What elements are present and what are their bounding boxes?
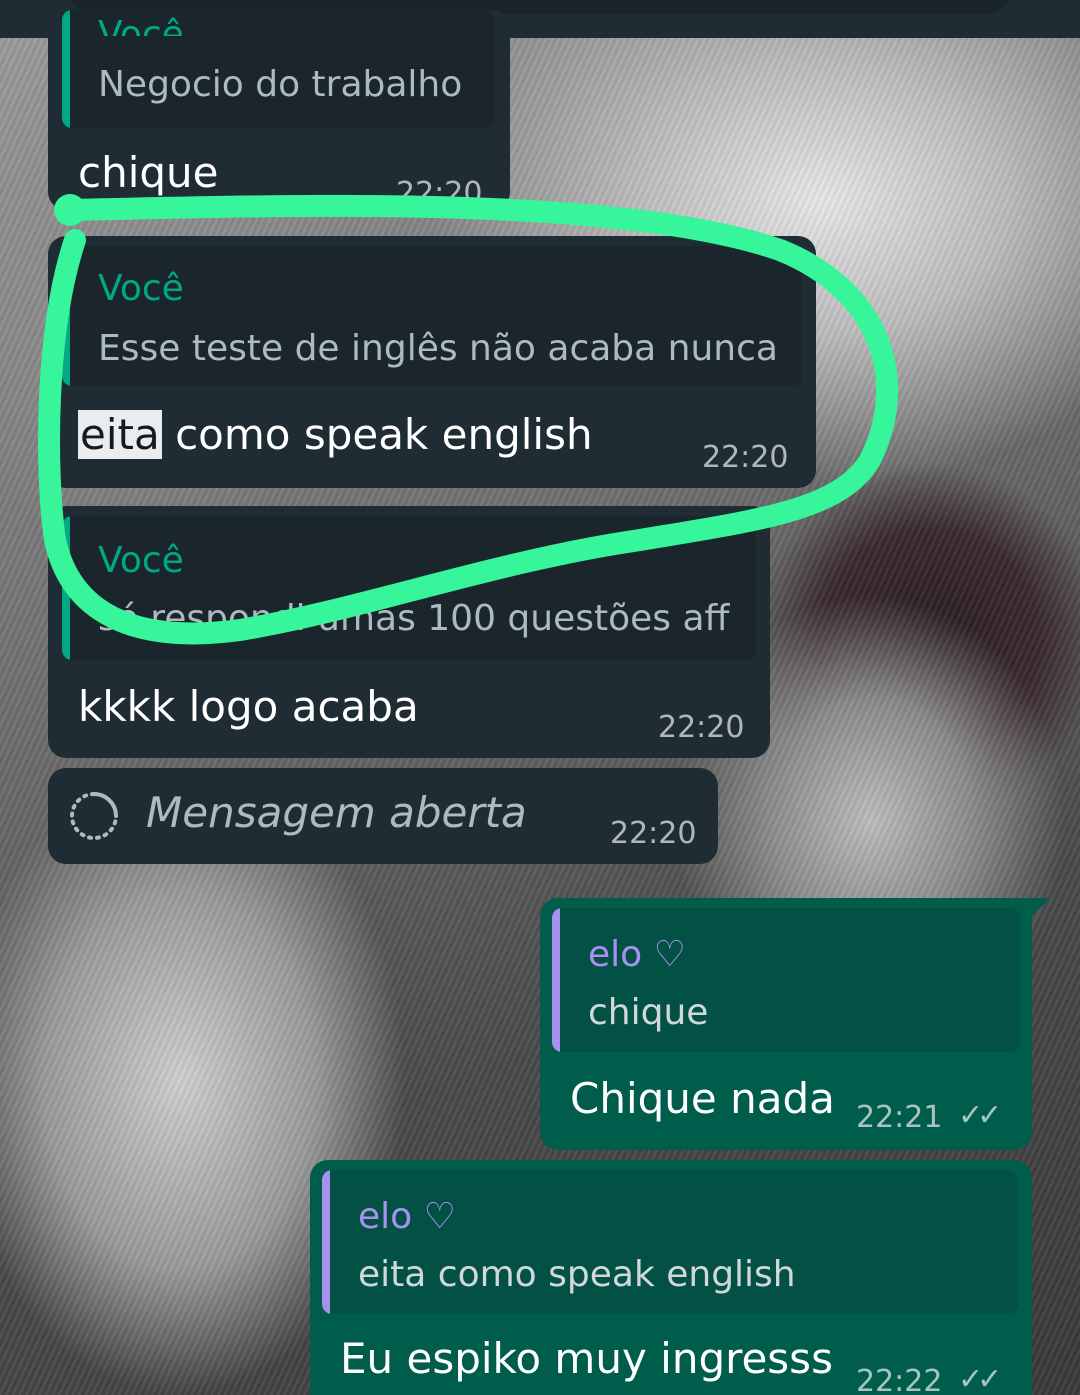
- quote-author: Você: [98, 268, 184, 309]
- message-time: 22:21: [856, 1100, 943, 1135]
- quote-bar: [62, 246, 70, 386]
- quoted-message[interactable]: Você Negocio do trabalho: [62, 10, 494, 128]
- message-time: 22:20: [396, 176, 483, 211]
- message-text-rest: como speak english: [161, 410, 593, 459]
- quote-text: eita como speak english: [358, 1254, 796, 1295]
- message-bubble-incoming[interactable]: Você Esse teste de inglês não acaba nunc…: [48, 236, 816, 488]
- message-time: 22:20: [702, 440, 789, 475]
- quote-bar: [322, 1170, 330, 1314]
- quote-author: elo ♡: [358, 1196, 456, 1237]
- quoted-message[interactable]: elo ♡ eita como speak english: [322, 1170, 1018, 1314]
- message-text: Chique nada: [570, 1074, 835, 1123]
- selected-word[interactable]: eita: [78, 410, 162, 459]
- quote-text: Esse teste de inglês não acaba nunca: [98, 328, 778, 369]
- message-time: 22:20: [610, 816, 697, 851]
- message-text: Mensagem aberta: [146, 788, 527, 837]
- view-once-icon: [70, 792, 118, 840]
- message-bubble-outgoing[interactable]: elo ♡ chique Chique nada 22:21 ✓✓: [540, 898, 1050, 1150]
- double-check-icon: ✓✓: [958, 1362, 1002, 1395]
- message-text: Eu espiko muy ingresss: [340, 1334, 833, 1383]
- quote-bar: [552, 908, 560, 1052]
- message-time: 22:22: [856, 1364, 943, 1395]
- bubble-tail: [1028, 898, 1050, 920]
- quoted-message[interactable]: elo ♡ chique: [552, 908, 1020, 1052]
- quote-author: Você: [98, 540, 184, 581]
- quote-bar: [62, 516, 70, 660]
- message-text: kkkk logo acaba: [78, 682, 419, 731]
- message-text: chique: [78, 148, 219, 197]
- quote-bar: [62, 10, 70, 128]
- quote-text: chique: [588, 992, 709, 1033]
- quoted-message[interactable]: Você Esse teste de inglês não acaba nunc…: [62, 246, 802, 386]
- quote-text: Negocio do trabalho: [98, 64, 463, 105]
- message-bubble-incoming[interactable]: Você Negocio do trabalho chique 22:20: [48, 10, 510, 211]
- view-once-message[interactable]: Mensagem aberta 22:20: [48, 768, 718, 864]
- quote-author: elo ♡: [588, 934, 686, 975]
- message-bubble-incoming[interactable]: Você só respondi umas 100 questões aff k…: [48, 506, 770, 758]
- message-bubble-outgoing[interactable]: elo ♡ eita como speak english Eu espiko …: [310, 1160, 1032, 1395]
- quote-text: só respondi umas 100 questões aff: [98, 598, 730, 639]
- message-time: 22:20: [658, 710, 745, 745]
- message-text: eita como speak english: [78, 410, 593, 459]
- double-check-icon: ✓✓: [958, 1098, 1002, 1133]
- quoted-message[interactable]: Você só respondi umas 100 questões aff: [62, 516, 756, 660]
- quote-author: Você: [98, 14, 184, 36]
